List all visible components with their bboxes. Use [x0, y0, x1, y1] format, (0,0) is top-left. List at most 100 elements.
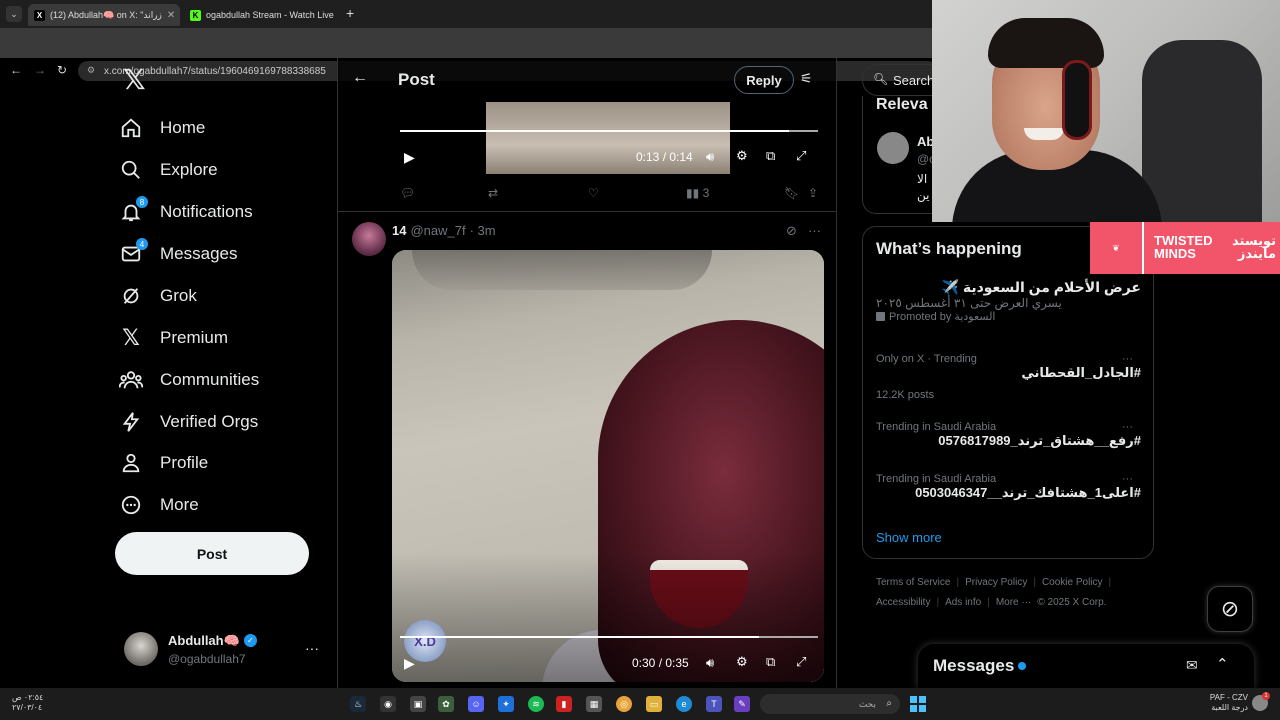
avatar[interactable]: [877, 132, 909, 164]
video-progress-bar[interactable]: [400, 130, 818, 132]
windows-start-icon[interactable]: [910, 696, 926, 712]
more-icon[interactable]: ···: [808, 223, 821, 238]
tweet-header: 14 @naw_7f · 3m: [392, 223, 496, 238]
grok-icon: ⊘: [1220, 596, 1240, 621]
more-icon[interactable]: ···: [1122, 353, 1133, 365]
retweet-icon[interactable]: ⇄: [488, 186, 498, 200]
back-arrow-icon[interactable]: ←: [352, 69, 368, 87]
reply-button[interactable]: Reply: [734, 66, 794, 94]
app-icon[interactable]: ◉: [380, 696, 396, 712]
like-icon[interactable]: ♡: [588, 186, 599, 200]
views-button[interactable]: ▮▮ 3: [686, 186, 709, 200]
tab-list-button[interactable]: ⌄: [6, 6, 22, 22]
app-icon[interactable]: ✦: [498, 696, 514, 712]
share-icon[interactable]: ⇪: [808, 186, 818, 200]
site-info-icon[interactable]: ⚙: [87, 65, 95, 76]
more-link[interactable]: More ···: [996, 597, 1032, 608]
trend-item[interactable]: Only on X · Trending ··· #الجادل_القحطان…: [876, 353, 1141, 401]
unread-dot: [1018, 662, 1026, 670]
sidebar-item-home[interactable]: Home: [118, 110, 205, 146]
app-icon[interactable]: ▣: [410, 696, 426, 712]
video-progress-bar[interactable]: [400, 636, 818, 638]
fullscreen-icon[interactable]: ⤢: [796, 654, 806, 670]
volume-icon[interactable]: 🔊︎: [706, 149, 714, 165]
avatar[interactable]: 1: [1252, 692, 1270, 711]
volume-icon[interactable]: 🔊︎: [706, 655, 714, 671]
messages-dock[interactable]: Messages ✉ ⌃: [918, 644, 1254, 688]
video-player-2[interactable]: X.D ▶ 0:30 / 0:35 🔊︎ ⚙ ⧉ ⤢: [392, 250, 824, 682]
sidebar-item-messages[interactable]: 4 Messages: [118, 236, 237, 272]
promoted-trend[interactable]: عرض الأحلام من السعودية ✈️ يسري العرض حت…: [876, 279, 1141, 323]
taskbar-clock[interactable]: ٠٢:٥٤ ص ٢٧/٠٣/٠٤: [12, 693, 43, 713]
trend-item[interactable]: Trending in Saudi Arabia ··· #اعلى1_هشتا…: [876, 473, 1141, 501]
sidebar-item-more[interactable]: More: [118, 487, 199, 523]
fullscreen-icon[interactable]: ⤢: [796, 148, 806, 164]
close-tab-icon[interactable]: ✕: [339, 10, 340, 21]
post-button[interactable]: Post: [115, 532, 309, 575]
tab-stream[interactable]: K ogabdullah Stream - Watch Live ✕: [184, 4, 340, 26]
sidebar-item-explore[interactable]: Explore: [118, 152, 218, 188]
close-tab-icon[interactable]: ✕: [167, 10, 175, 21]
folder-icon[interactable]: ▭: [646, 696, 662, 712]
privacy-link[interactable]: Privacy Policy: [965, 577, 1027, 588]
tray-info[interactable]: PAF - CZV درجة اللعبة: [1200, 693, 1248, 713]
sidebar-item-notifications[interactable]: 8 Notifications: [118, 194, 253, 230]
teams-icon[interactable]: T: [706, 696, 722, 712]
edge-icon[interactable]: e: [676, 696, 692, 712]
cookie-link[interactable]: Cookie Policy: [1042, 577, 1103, 588]
sidebar-item-profile[interactable]: Profile: [118, 445, 208, 481]
headset-icon: [1062, 60, 1092, 140]
app-icon[interactable]: ▮: [556, 696, 572, 712]
account-more-icon[interactable]: ···: [305, 640, 319, 656]
chrome-icon[interactable]: ◎: [616, 696, 632, 712]
grok-icon[interactable]: ⊘: [786, 223, 797, 239]
forward-arrow-icon[interactable]: →: [34, 63, 46, 77]
pip-icon[interactable]: ⧉: [766, 148, 775, 164]
pip-icon[interactable]: ⧉: [766, 654, 775, 670]
more-icon[interactable]: ···: [1122, 473, 1133, 485]
avatar[interactable]: [352, 222, 386, 256]
author-name[interactable]: 14: [392, 223, 406, 238]
new-message-icon[interactable]: ✉: [1186, 657, 1198, 674]
play-icon[interactable]: ▶: [404, 655, 415, 672]
app-icon[interactable]: ✎: [734, 696, 750, 712]
author-handle[interactable]: @naw_7f: [410, 223, 465, 238]
expand-icon[interactable]: ⌃: [1216, 655, 1229, 673]
ads-info-link[interactable]: Ads info: [945, 597, 981, 608]
show-more-link[interactable]: Show more: [876, 530, 942, 545]
grok-button[interactable]: ⊘: [1207, 586, 1253, 632]
tab-x-post[interactable]: X (12) Abdullah🧠 on X: "زراند ✕: [28, 4, 180, 26]
reply-icon[interactable]: 💬︎: [400, 186, 415, 200]
x-logo-icon[interactable]: 𝕏: [123, 66, 151, 94]
sidebar-item-premium[interactable]: 𝕏 Premium: [118, 320, 228, 356]
taskbar-search[interactable]: بحث ⌕: [760, 694, 900, 714]
account-switcher[interactable]: Abdullah🧠 ✓ @ogabdullah7: [124, 632, 257, 666]
accessibility-link[interactable]: Accessibility: [876, 597, 930, 608]
page-title: Post: [398, 70, 435, 89]
discord-icon[interactable]: ☺: [468, 696, 484, 712]
video-player-1[interactable]: ▶ 0:13 / 0:14 🔊︎ ⚙ ⧉ ⤢: [392, 102, 824, 174]
settings-icon[interactable]: ⚙: [736, 148, 748, 164]
trend-item[interactable]: Trending in Saudi Arabia ··· #رفع__هشتاق…: [876, 421, 1141, 449]
relevant-bio: ين: [917, 188, 930, 202]
settings-icon[interactable]: ⚙: [736, 654, 748, 670]
filter-icon[interactable]: ⚟: [800, 70, 813, 87]
tab-title: (12) Abdullah🧠 on X: "زراند: [50, 9, 162, 20]
play-icon[interactable]: ▶: [404, 149, 415, 166]
sidebar-item-label: Notifications: [160, 202, 253, 221]
new-tab-icon[interactable]: +: [346, 5, 354, 21]
notification-badge: 8: [136, 196, 148, 208]
sidebar-item-communities[interactable]: Communities: [118, 362, 259, 398]
more-icon[interactable]: ···: [1122, 421, 1133, 433]
back-arrow-icon[interactable]: ←: [10, 63, 22, 77]
terms-link[interactable]: Terms of Service: [876, 577, 950, 588]
steam-icon[interactable]: ♨: [350, 696, 366, 712]
store-icon[interactable]: ▦: [586, 696, 602, 712]
reload-icon[interactable]: ↻: [57, 63, 67, 77]
bookmark-icon[interactable]: 🔖︎: [784, 186, 799, 200]
sidebar-item-grok[interactable]: Grok: [118, 278, 197, 314]
sidebar-item-verified-orgs[interactable]: Verified Orgs: [118, 404, 258, 440]
spotify-icon[interactable]: ≋: [528, 696, 544, 712]
tweet-time[interactable]: · 3m: [470, 223, 496, 238]
app-icon[interactable]: ✿: [438, 696, 454, 712]
